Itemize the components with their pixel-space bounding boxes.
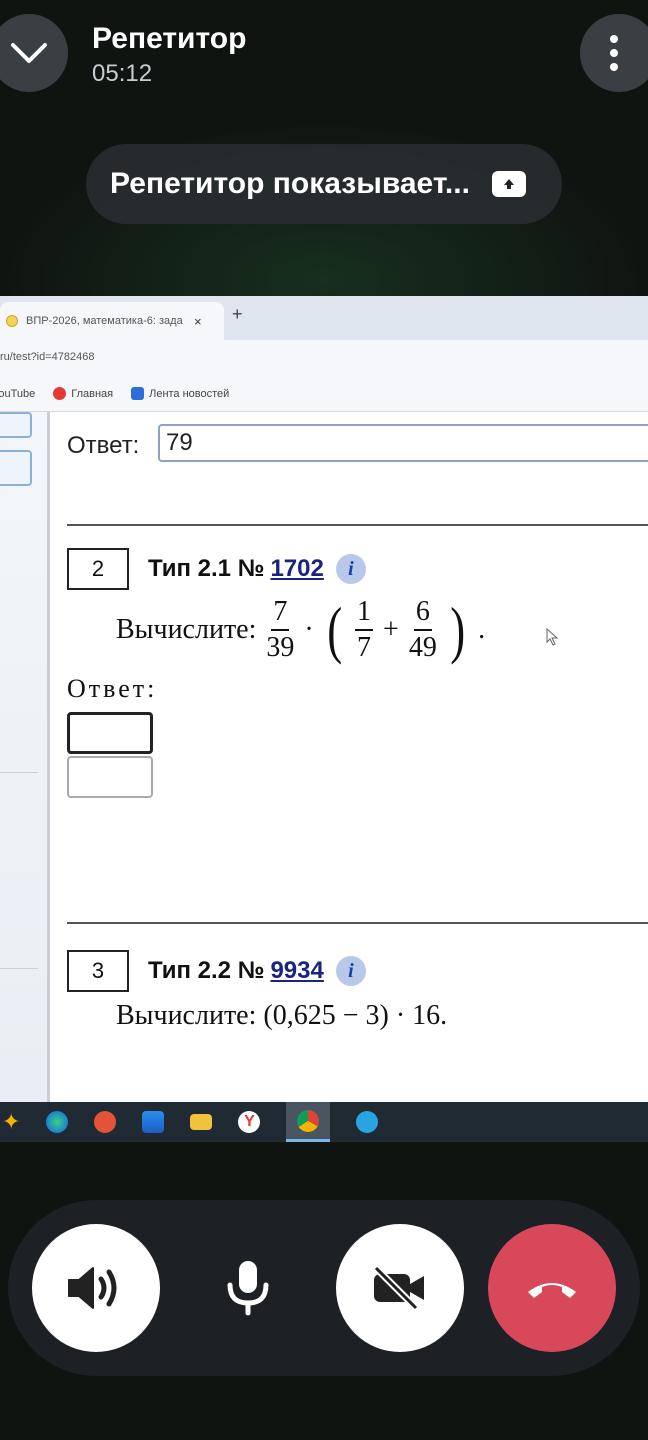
end-call-icon xyxy=(528,1283,576,1298)
bookmark-youtube[interactable]: YouTube xyxy=(0,388,35,400)
mouse-cursor-icon xyxy=(546,628,559,646)
task-formula: Вычислите: 7 39 · ( 1 7 + 6 49 ) . xyxy=(116,598,485,662)
info-icon[interactable]: i xyxy=(335,554,366,584)
right-paren: ) xyxy=(450,594,465,665)
screen-share-banner[interactable]: Репетитор показывает... xyxy=(86,144,562,224)
more-options-button[interactable] xyxy=(580,14,648,92)
shared-screen: ВПР-2026, математика-6: зада × + ru/test… xyxy=(0,296,648,1142)
answer-label: Ответ: xyxy=(67,432,140,459)
chrome-icon-active[interactable] xyxy=(286,1102,331,1142)
left-paren: ( xyxy=(326,594,342,665)
speaker-icon xyxy=(68,1267,117,1309)
divider xyxy=(0,968,38,969)
microphone-button[interactable] xyxy=(184,1224,312,1352)
left-panel-box[interactable] xyxy=(0,450,32,486)
task-type: Тип 2.1 № xyxy=(148,555,265,582)
plus-operator: + xyxy=(383,614,399,645)
answer-input[interactable] xyxy=(67,712,153,754)
favicon-icon xyxy=(6,315,18,327)
task-text: Вычислите: (0,625 − 3) · 16. xyxy=(116,1000,448,1031)
divider xyxy=(0,772,38,773)
app-icon[interactable] xyxy=(142,1111,165,1133)
microphone-icon xyxy=(227,1261,269,1316)
task-number: 2 xyxy=(67,548,129,590)
copilot-icon[interactable]: ✦ xyxy=(2,1109,20,1135)
browser-tab[interactable]: ВПР-2026, математика-6: зада × xyxy=(0,302,224,340)
bookmark-label: Главная xyxy=(71,387,114,400)
screen-share-text: Репетитор показывает... xyxy=(110,167,470,200)
bookmark-news[interactable]: Лента новостей xyxy=(131,387,229,400)
task-type: Тип 2.2 № xyxy=(148,957,265,984)
divider xyxy=(67,524,648,526)
fraction: 1 7 xyxy=(355,596,374,663)
info-icon[interactable]: i xyxy=(335,956,366,986)
more-vertical-icon xyxy=(610,35,618,71)
windows-taskbar: ✦ Y xyxy=(0,1102,648,1142)
tab-close-icon[interactable]: × xyxy=(194,314,202,329)
left-panel xyxy=(0,412,50,1102)
end-call-button[interactable] xyxy=(488,1224,616,1352)
answer-input-secondary[interactable] xyxy=(67,756,153,798)
call-duration: 05:12 xyxy=(92,60,153,87)
dot-operator: · xyxy=(304,614,314,645)
yandex-icon[interactable]: Y xyxy=(238,1111,261,1133)
camera-off-icon xyxy=(373,1265,424,1311)
task-number: 3 xyxy=(67,950,129,992)
bookmark-label: Лента новостей xyxy=(149,387,230,400)
folder-icon[interactable] xyxy=(190,1114,213,1130)
left-panel-box[interactable] xyxy=(0,412,32,438)
share-screen-icon xyxy=(491,171,526,197)
fraction: 7 39 xyxy=(266,596,295,663)
task-prompt: Вычислите: xyxy=(116,614,257,645)
speaker-button[interactable] xyxy=(32,1224,160,1352)
tab-title: ВПР-2026, математика-6: зада xyxy=(26,315,183,327)
browser-icon[interactable] xyxy=(94,1111,117,1133)
bookmark-main[interactable]: Главная xyxy=(53,387,113,400)
chevron-down-icon xyxy=(11,43,47,63)
vk-icon xyxy=(131,387,145,400)
telegram-icon[interactable] xyxy=(356,1111,379,1133)
address-bar[interactable]: ru/test?id=4782468 xyxy=(0,340,648,376)
answer-label: Ответ: xyxy=(67,674,158,703)
collapse-button[interactable] xyxy=(0,14,68,92)
bookmarks-bar: YouTube Главная Лента новостей xyxy=(0,376,648,412)
task-link[interactable]: 9934 xyxy=(270,957,323,985)
task-link[interactable]: 1702 xyxy=(270,555,323,583)
task-header: Тип 2.1 № 1702 i xyxy=(148,554,366,584)
test-content: Ответ: 79 2 Тип 2.1 № 1702 i Вычислите: … xyxy=(50,412,648,1102)
fraction: 6 49 xyxy=(408,596,437,663)
url-text: ru/test?id=4782468 xyxy=(0,351,95,363)
bookmark-logo-icon xyxy=(53,387,67,400)
new-tab-button[interactable]: + xyxy=(232,304,243,325)
task-header: Тип 2.2 № 9934 i xyxy=(148,956,366,986)
camera-toggle-button[interactable] xyxy=(336,1224,464,1352)
divider xyxy=(67,922,648,924)
edge-icon[interactable] xyxy=(46,1111,69,1133)
browser-tabbar: ВПР-2026, математика-6: зада × + xyxy=(0,296,648,340)
period: . xyxy=(478,614,486,645)
answer-input[interactable]: 79 xyxy=(158,424,648,462)
bookmark-label: YouTube xyxy=(0,387,36,400)
caller-name: Репетитор xyxy=(92,22,247,55)
